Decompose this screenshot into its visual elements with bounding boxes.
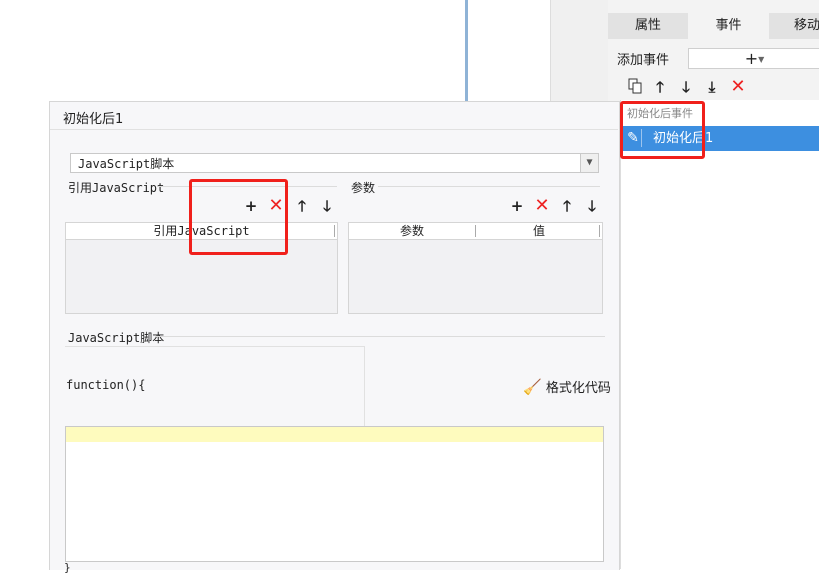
- format-code-button[interactable]: 🧹 格式化代码: [523, 377, 611, 396]
- background-panel: [550, 0, 609, 102]
- move-bottom-icon[interactable]: ⤓: [703, 78, 721, 96]
- section-divider: [378, 186, 600, 187]
- move-up-param-icon[interactable]: 🡑: [558, 197, 576, 215]
- column-separator: [599, 225, 600, 237]
- chevron-down-icon: ▼: [580, 154, 598, 172]
- code-editor[interactable]: [65, 426, 604, 562]
- section-divider: [155, 336, 605, 337]
- script-type-select[interactable]: JavaScript脚本 ▼: [70, 153, 599, 173]
- params-section-label: 参数: [351, 181, 376, 195]
- plus-icon: +: [744, 49, 759, 68]
- move-down-param-icon[interactable]: 🡓: [583, 197, 601, 215]
- event-list: [620, 100, 819, 569]
- ref-js-section-label: 引用JavaScript: [68, 181, 165, 195]
- delete-icon[interactable]: ✕: [729, 78, 747, 96]
- format-code-label: 格式化代码: [545, 381, 611, 396]
- brush-icon: 🧹: [523, 378, 542, 396]
- add-event-dropdown[interactable]: +▼: [688, 48, 819, 69]
- annotation-highlight-box: [620, 101, 705, 159]
- delete-param-icon[interactable]: ✕: [533, 197, 551, 215]
- annotation-highlight-box: [189, 179, 288, 255]
- panel-tabs: 属性 事件 移动端: [608, 13, 819, 39]
- dialog-title: 初始化后1: [63, 112, 124, 127]
- params-table-header: 参数 值: [349, 223, 602, 240]
- background-divider: [465, 0, 468, 102]
- tab-events[interactable]: 事件: [688, 13, 769, 39]
- current-line-highlight: [66, 427, 603, 442]
- add-event-label: 添加事件: [617, 53, 670, 68]
- tab-properties[interactable]: 属性: [608, 13, 688, 39]
- param-value-column-header: 值: [532, 224, 545, 238]
- script-type-value: JavaScript脚本: [78, 157, 175, 171]
- dialog-titlebar: [50, 102, 618, 130]
- tab-mobile[interactable]: 移动端: [769, 13, 819, 39]
- arrow-up-icon[interactable]: 🡑: [651, 78, 669, 96]
- chevron-down-icon: ▼: [758, 55, 765, 64]
- code-function-footer: }: [64, 561, 71, 574]
- param-name-column-header: 参数: [399, 224, 424, 238]
- column-separator: [334, 225, 335, 237]
- params-table: 参数 值: [348, 222, 603, 314]
- copy-icon[interactable]: [626, 78, 644, 96]
- move-down-ref-icon[interactable]: 🡓: [318, 197, 336, 215]
- script-section-label: JavaScript脚本: [68, 331, 165, 345]
- code-function-header: function(){: [66, 378, 146, 392]
- add-param-icon[interactable]: +: [508, 197, 526, 215]
- arrow-down-icon[interactable]: 🡓: [677, 78, 695, 96]
- move-up-ref-icon[interactable]: 🡑: [293, 197, 311, 215]
